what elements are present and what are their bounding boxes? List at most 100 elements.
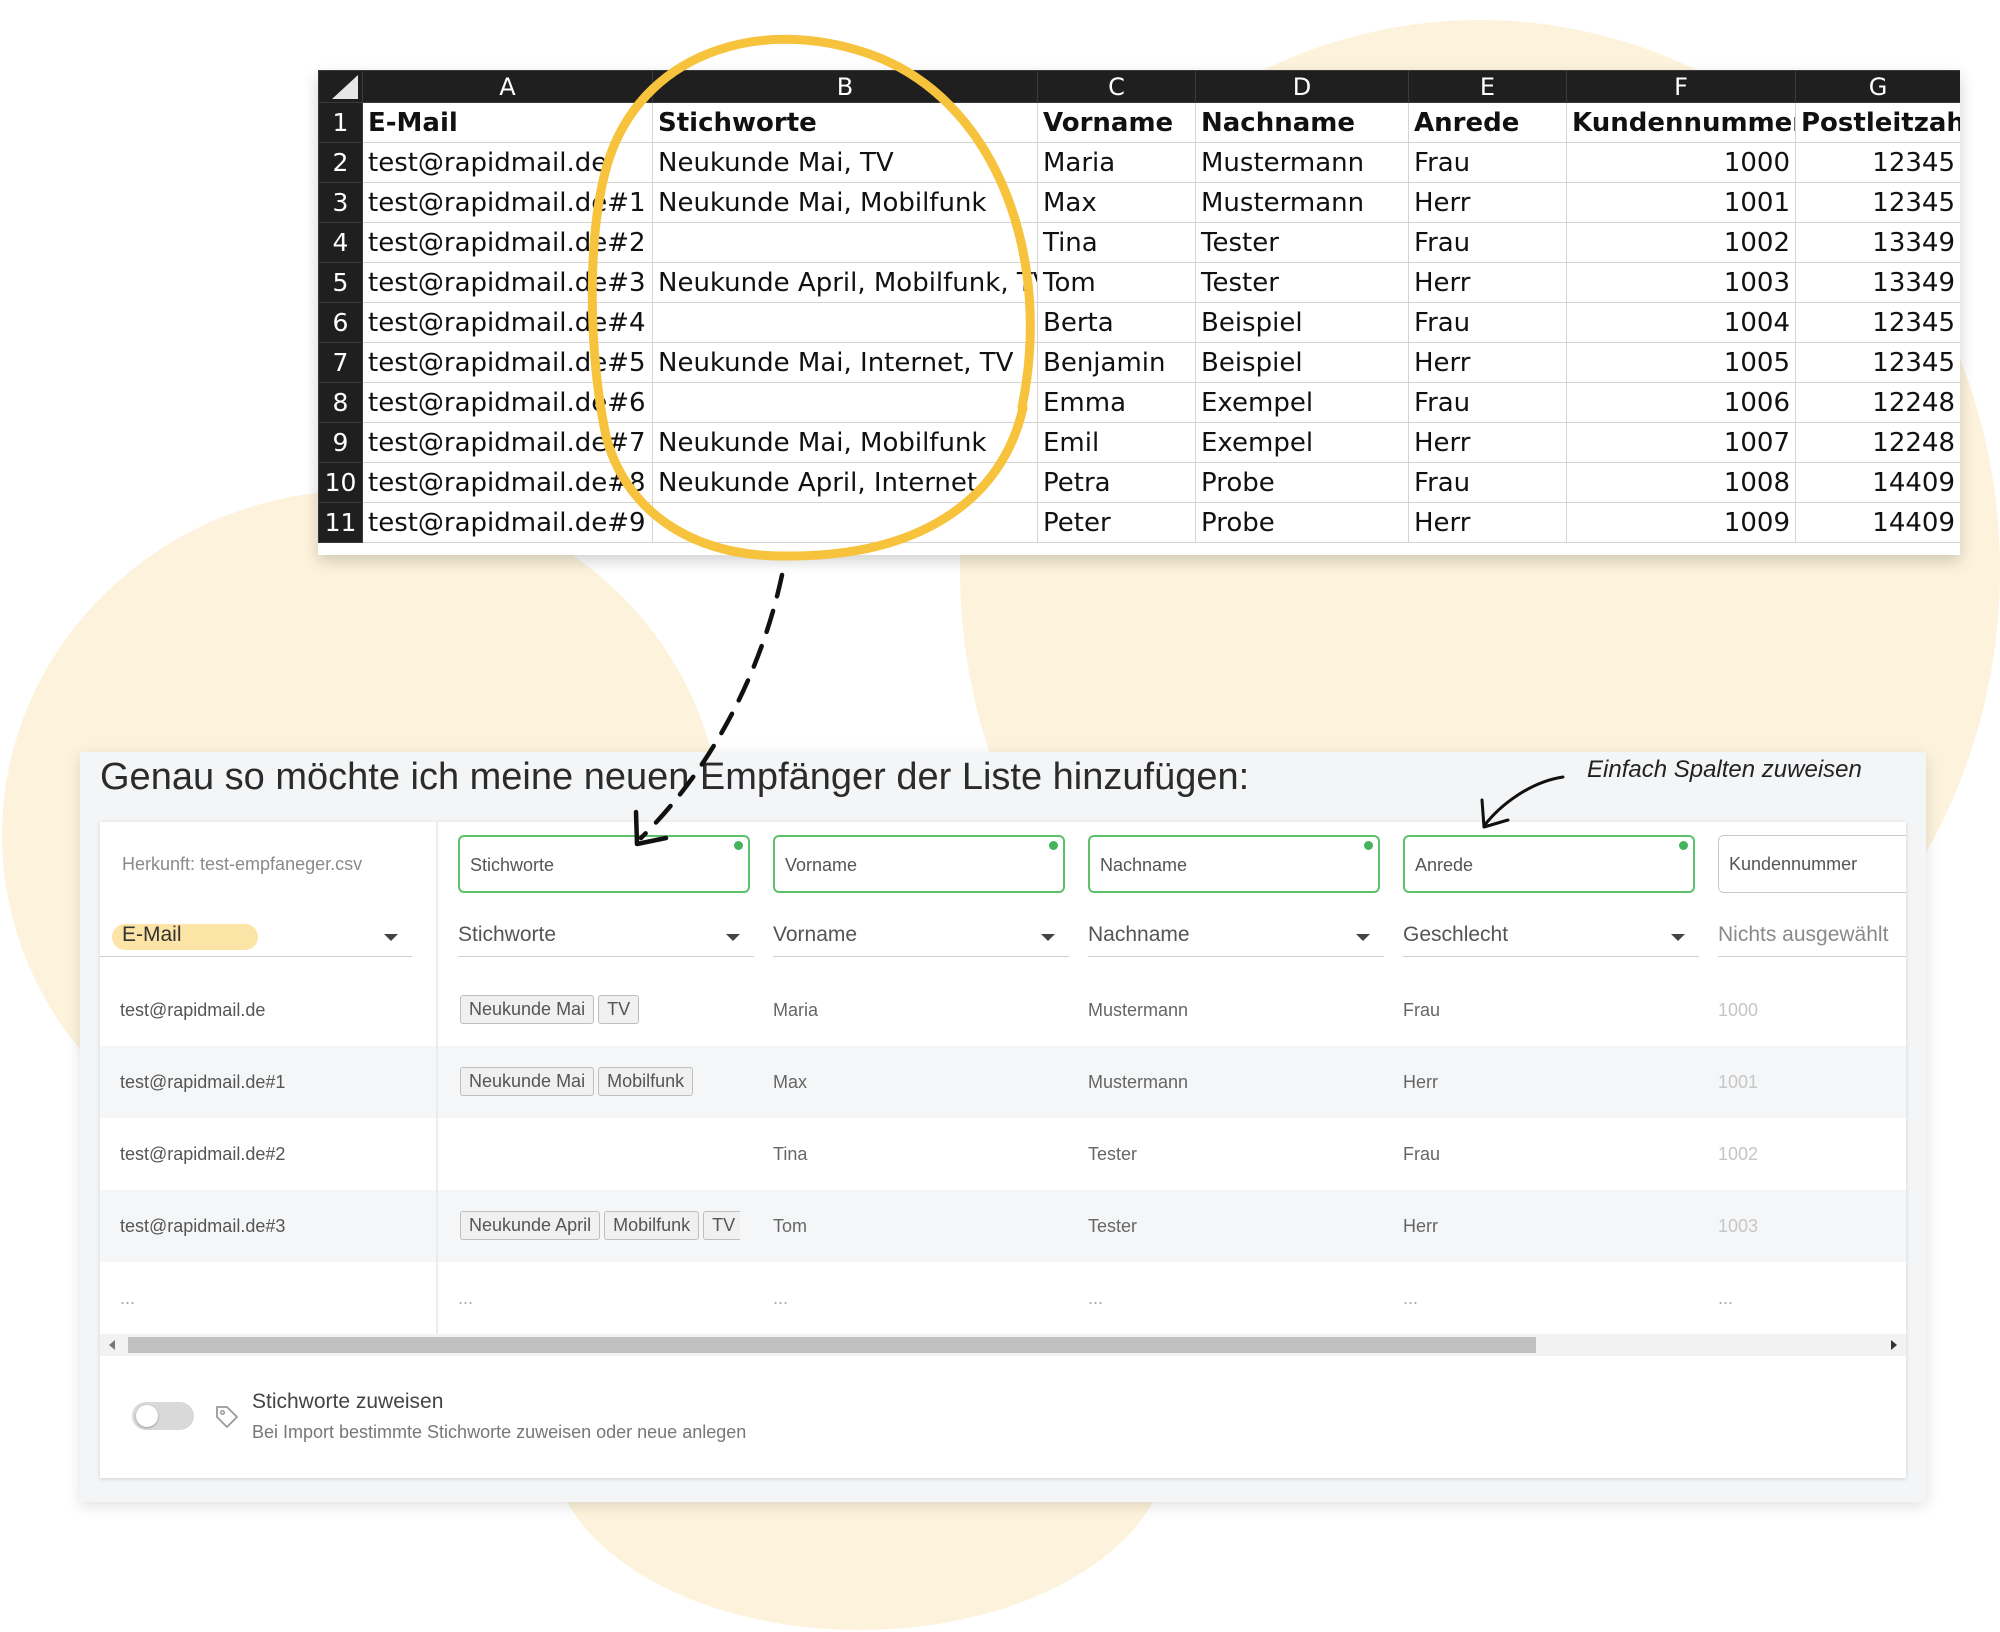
sheet-cell[interactable]: Frau — [1408, 462, 1567, 503]
sheet-cell[interactable]: Max — [1037, 182, 1196, 223]
sheet-cell[interactable]: test@rapidmail.de — [362, 142, 653, 183]
sheet-cell[interactable]: 1000 — [1566, 142, 1796, 183]
sheet-cell[interactable]: Postleitzahl — [1795, 102, 1960, 143]
sheet-cell[interactable]: Neukunde Mai, TV — [652, 142, 1038, 183]
sheet-cell[interactable]: Nachname — [1195, 102, 1409, 143]
sheet-cell[interactable]: test@rapidmail.de#1 — [362, 182, 653, 223]
column-select-anrede[interactable]: Geschlecht — [1403, 919, 1699, 957]
column-letter[interactable]: G — [1795, 70, 1960, 103]
assign-tags-toggle[interactable] — [132, 1402, 194, 1430]
row-number[interactable]: 7 — [318, 342, 363, 383]
sheet-cell[interactable]: Beispiel — [1195, 342, 1409, 383]
sheet-cell[interactable] — [652, 302, 1038, 343]
sheet-cell[interactable]: 1006 — [1566, 382, 1796, 423]
row-number[interactable]: 4 — [318, 222, 363, 263]
column-letter[interactable]: B — [652, 70, 1038, 103]
row-number[interactable]: 3 — [318, 182, 363, 223]
sheet-cell[interactable]: Herr — [1408, 422, 1567, 463]
column-select-nachname[interactable]: Nachname — [1088, 919, 1384, 957]
sheet-cell[interactable]: test@rapidmail.de#7 — [362, 422, 653, 463]
sheet-cell[interactable]: Emil — [1037, 422, 1196, 463]
sheet-cell[interactable]: 12248 — [1795, 382, 1960, 423]
column-letter[interactable]: E — [1408, 70, 1567, 103]
sheet-cell[interactable]: Stichworte — [652, 102, 1038, 143]
column-select-stichworte[interactable]: Stichworte — [458, 919, 754, 957]
sheet-cell[interactable]: test@rapidmail.de#9 — [362, 502, 653, 543]
column-letter[interactable]: C — [1037, 70, 1196, 103]
field-stichworte[interactable]: Stichworte — [458, 835, 750, 893]
sheet-cell[interactable]: Mustermann — [1195, 142, 1409, 183]
sheet-cell[interactable]: 1005 — [1566, 342, 1796, 383]
sheet-cell[interactable]: Neukunde April, Mobilfunk, TV — [652, 262, 1038, 303]
scroll-left-icon[interactable] — [109, 1340, 115, 1350]
sheet-cell[interactable]: Frau — [1408, 142, 1567, 183]
sheet-cell[interactable]: test@rapidmail.de#8 — [362, 462, 653, 503]
sheet-cell[interactable]: Tina — [1037, 222, 1196, 263]
scrollbar-thumb[interactable] — [128, 1337, 1536, 1353]
sheet-cell[interactable]: Mustermann — [1195, 182, 1409, 223]
column-letter[interactable]: F — [1566, 70, 1796, 103]
sheet-cell[interactable]: Neukunde Mai, Internet, TV — [652, 342, 1038, 383]
sheet-cell[interactable]: 14409 — [1795, 502, 1960, 543]
row-number[interactable]: 1 — [318, 102, 363, 143]
row-number[interactable]: 2 — [318, 142, 363, 183]
sheet-cell[interactable]: Emma — [1037, 382, 1196, 423]
sheet-cell[interactable]: Neukunde Mai, Mobilfunk — [652, 422, 1038, 463]
sheet-cell[interactable]: 1001 — [1566, 182, 1796, 223]
column-select-kundennummer[interactable]: Nichts ausgewählt — [1718, 919, 1906, 957]
sheet-cell[interactable]: Neukunde April, Internet — [652, 462, 1038, 503]
row-number[interactable]: 5 — [318, 262, 363, 303]
sheet-cell[interactable]: 14409 — [1795, 462, 1960, 503]
sheet-cell[interactable]: Probe — [1195, 462, 1409, 503]
sheet-cell[interactable]: Probe — [1195, 502, 1409, 543]
sheet-cell[interactable]: Vorname — [1037, 102, 1196, 143]
sheet-cell[interactable]: Anrede — [1408, 102, 1567, 143]
row-number[interactable]: 6 — [318, 302, 363, 343]
field-kundennummer[interactable]: Kundennummer — [1718, 835, 1906, 893]
horizontal-scrollbar[interactable] — [100, 1334, 1906, 1356]
field-anrede[interactable]: Anrede — [1403, 835, 1695, 893]
sheet-cell[interactable]: 12345 — [1795, 342, 1960, 383]
sheet-cell[interactable]: 12248 — [1795, 422, 1960, 463]
row-number[interactable]: 8 — [318, 382, 363, 423]
sheet-cell[interactable] — [652, 382, 1038, 423]
sheet-cell[interactable]: Herr — [1408, 342, 1567, 383]
column-select-vorname[interactable]: Vorname — [773, 919, 1069, 957]
sheet-cell[interactable]: test@rapidmail.de#3 — [362, 262, 653, 303]
field-vorname[interactable]: Vorname — [773, 835, 1065, 893]
sheet-cell[interactable]: test@rapidmail.de#5 — [362, 342, 653, 383]
field-nachname[interactable]: Nachname — [1088, 835, 1380, 893]
sheet-cell[interactable]: 1007 — [1566, 422, 1796, 463]
sheet-cell[interactable]: 12345 — [1795, 142, 1960, 183]
sheet-cell[interactable]: Kundennummer — [1566, 102, 1796, 143]
sheet-cell[interactable]: test@rapidmail.de#2 — [362, 222, 653, 263]
sheet-cell[interactable] — [652, 222, 1038, 263]
sheet-cell[interactable]: Tester — [1195, 222, 1409, 263]
column-letter[interactable]: D — [1195, 70, 1409, 103]
sheet-cell[interactable]: test@rapidmail.de#6 — [362, 382, 653, 423]
sheet-cell[interactable]: 1002 — [1566, 222, 1796, 263]
sheet-cell[interactable]: Frau — [1408, 302, 1567, 343]
sheet-cell[interactable]: 13349 — [1795, 262, 1960, 303]
sheet-cell[interactable]: Frau — [1408, 222, 1567, 263]
sheet-cell[interactable]: E-Mail — [362, 102, 653, 143]
sheet-cell[interactable]: Exempel — [1195, 382, 1409, 423]
sheet-cell[interactable]: Benjamin — [1037, 342, 1196, 383]
sheet-cell[interactable]: 12345 — [1795, 182, 1960, 223]
sheet-cell[interactable]: 1003 — [1566, 262, 1796, 303]
sheet-cell[interactable]: Tom — [1037, 262, 1196, 303]
column-select-email[interactable]: E-Mail — [100, 919, 412, 957]
sheet-cell[interactable]: Herr — [1408, 262, 1567, 303]
sheet-cell[interactable]: 1009 — [1566, 502, 1796, 543]
sheet-cell[interactable]: Frau — [1408, 382, 1567, 423]
sheet-cell[interactable]: Herr — [1408, 502, 1567, 543]
select-all-corner[interactable] — [318, 70, 363, 103]
sheet-cell[interactable]: Exempel — [1195, 422, 1409, 463]
scroll-right-icon[interactable] — [1891, 1340, 1897, 1350]
sheet-cell[interactable]: Petra — [1037, 462, 1196, 503]
sheet-cell[interactable]: Maria — [1037, 142, 1196, 183]
sheet-cell[interactable]: Berta — [1037, 302, 1196, 343]
row-number[interactable]: 9 — [318, 422, 363, 463]
sheet-cell[interactable]: Herr — [1408, 182, 1567, 223]
sheet-cell[interactable]: 12345 — [1795, 302, 1960, 343]
